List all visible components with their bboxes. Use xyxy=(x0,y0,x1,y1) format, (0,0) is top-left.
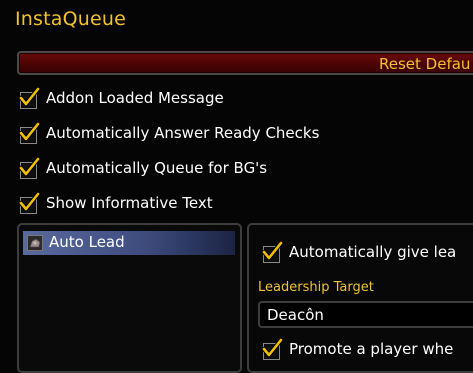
checkbox[interactable] xyxy=(260,338,284,362)
option-label: Automatically Answer Ready Checks xyxy=(46,124,320,142)
option-label: Automatically Queue for BG's xyxy=(46,159,268,177)
leadership-target-label: Leadership Target xyxy=(258,280,374,295)
leadership-target-value: Deacôn xyxy=(267,306,324,324)
checkmark-icon xyxy=(18,192,41,212)
option-label: Automatically give lea xyxy=(289,243,457,261)
checkbox[interactable] xyxy=(17,157,41,181)
option-label: Addon Loaded Message xyxy=(46,89,224,107)
checkmark-icon xyxy=(18,122,41,142)
checkmark-icon xyxy=(261,241,284,261)
reset-defaults-label: Reset Defau xyxy=(379,55,471,73)
checkmark-icon xyxy=(261,338,284,358)
option-label: Promote a player whe xyxy=(289,340,454,358)
leadership-target-dropdown[interactable]: Deacôn xyxy=(258,301,473,328)
window-title: InstaQueue xyxy=(15,8,127,30)
checkbox[interactable] xyxy=(17,192,41,216)
checkbox[interactable] xyxy=(17,87,41,111)
reset-defaults-button[interactable]: Reset Defau xyxy=(17,51,473,75)
list-item-auto-lead[interactable]: Auto Lead xyxy=(23,231,235,255)
category-list-panel: Auto Lead xyxy=(17,223,242,373)
checkmark-icon xyxy=(18,87,41,107)
module-icon xyxy=(27,235,43,251)
checkbox[interactable] xyxy=(17,122,41,146)
checkbox[interactable] xyxy=(260,241,284,265)
list-item-label: Auto Lead xyxy=(49,233,125,251)
checkmark-icon xyxy=(18,157,41,177)
option-label: Show Informative Text xyxy=(46,194,213,212)
